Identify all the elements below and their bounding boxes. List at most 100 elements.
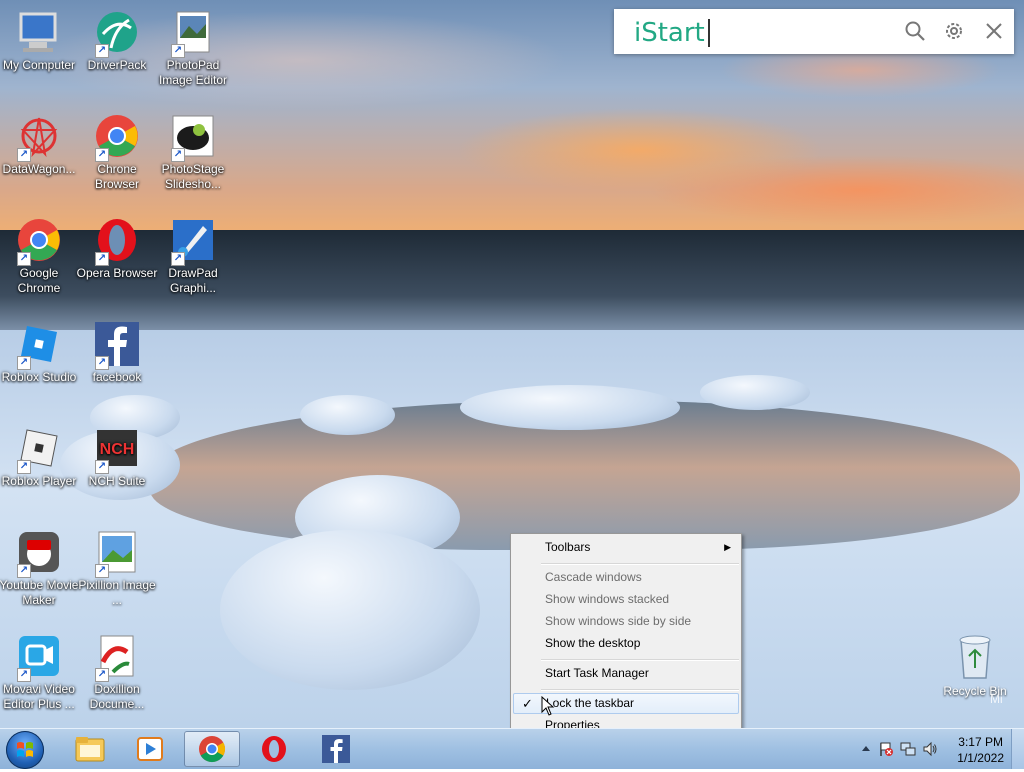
system-tray: 3:17 PM 1/1/2022 xyxy=(834,729,1024,769)
submenu-arrow-icon: ▶ xyxy=(724,542,731,552)
media-player-icon xyxy=(137,737,163,761)
taskbar-media-player-button[interactable] xyxy=(122,731,178,767)
shortcut-arrow-icon: ↗ xyxy=(17,356,31,370)
watermark-text: Mi xyxy=(990,692,1003,706)
roblox-studio-icon: ↗ xyxy=(15,320,63,370)
show-hidden-icons-icon[interactable] xyxy=(858,741,874,757)
desktop-shortcut[interactable]: ↗ Roblox Player xyxy=(0,424,80,489)
clock-time: 3:17 PM xyxy=(958,735,1003,749)
taskbar-clock[interactable]: 3:17 PM 1/1/2022 xyxy=(957,734,1004,766)
photostage-icon: ↗ xyxy=(169,112,217,162)
desktop-shortcut-label: Doxillion Docume... xyxy=(89,682,145,711)
datawagon-icon: ↗ xyxy=(15,112,63,162)
desktop-shortcut[interactable]: ↗ Chrone Browser xyxy=(76,112,158,192)
start-button[interactable] xyxy=(6,731,44,769)
shortcut-arrow-icon: ↗ xyxy=(17,460,31,474)
desktop-shortcut-label: My Computer xyxy=(2,58,76,72)
istart-logo: iStart xyxy=(634,18,705,48)
shortcut-arrow-icon: ↗ xyxy=(95,564,109,578)
desktop-shortcut-label: DrawPad Graphi... xyxy=(168,266,218,295)
desktop-shortcut[interactable]: ↗ facebook xyxy=(76,320,158,385)
explorer-icon xyxy=(75,737,105,762)
google-chrome-icon: ↗ xyxy=(15,216,63,266)
taskbar-chrome-button[interactable] xyxy=(184,731,240,767)
shortcut-arrow-icon: ↗ xyxy=(171,148,185,162)
desktop-shortcut-label: DriverPack xyxy=(87,58,147,72)
desktop-shortcut[interactable]: ↗ DriverPack xyxy=(76,8,158,73)
menu-item-show-the-desktop[interactable]: Show the desktop xyxy=(513,633,739,654)
windows-logo-icon xyxy=(17,742,33,757)
gear-icon[interactable] xyxy=(943,20,965,42)
desktop-shortcut-label: Youtube Movie Maker xyxy=(0,578,79,607)
istart-search-bar: iStart xyxy=(614,9,1014,54)
shortcut-arrow-icon: ↗ xyxy=(95,356,109,370)
shortcut-arrow-icon: ↗ xyxy=(17,564,31,578)
taskbar-opera-button[interactable] xyxy=(246,731,302,767)
shortcut-arrow-icon: ↗ xyxy=(95,44,109,58)
facebook-icon xyxy=(322,735,350,763)
desktop-shortcut[interactable]: My Computer xyxy=(0,8,80,73)
desktop-shortcut[interactable]: ↗ Pixillion Image ... xyxy=(76,528,158,608)
taskbar: 3:17 PM 1/1/2022 xyxy=(0,728,1024,769)
shortcut-arrow-icon: ↗ xyxy=(17,252,31,266)
desktop-shortcut[interactable]: ↗ Google Chrome xyxy=(0,216,80,296)
recycle-bin-icon xyxy=(959,635,991,679)
desktop-shortcut[interactable]: ↗ Youtube Movie Maker xyxy=(0,528,80,608)
menu-separator xyxy=(541,563,739,565)
menu-separator xyxy=(541,689,739,691)
clock-date: 1/1/2022 xyxy=(957,751,1004,765)
menu-separator xyxy=(541,659,739,661)
desktop-shortcut[interactable]: ↗ Doxillion Docume... xyxy=(76,632,158,712)
menu-item-show-windows-side-by-side[interactable]: Show windows side by side xyxy=(513,611,739,632)
shortcut-arrow-icon: ↗ xyxy=(95,148,109,162)
shortcut-arrow-icon: ↗ xyxy=(95,460,109,474)
close-icon[interactable] xyxy=(983,20,1005,42)
roblox-player-icon: ↗ xyxy=(15,424,63,474)
drawpad-icon: ↗ xyxy=(169,216,217,266)
movavi-icon: ↗ xyxy=(15,632,63,682)
doxillion-icon: ↗ xyxy=(93,632,141,682)
menu-item-show-windows-stacked[interactable]: Show windows stacked xyxy=(513,589,739,610)
desktop-shortcut-label: PhotoPad Image Editor xyxy=(158,58,228,87)
chrome-icon xyxy=(199,736,226,763)
my-computer-icon xyxy=(15,8,63,56)
shortcut-arrow-icon: ↗ xyxy=(171,252,185,266)
mouse-cursor-icon xyxy=(541,696,555,716)
desktop-shortcut[interactable]: ↗ DrawPad Graphi... xyxy=(152,216,234,296)
snow-mound xyxy=(460,385,680,430)
shortcut-arrow-icon: ↗ xyxy=(17,668,31,682)
desktop-shortcut[interactable]: ↗ DataWagon... xyxy=(0,112,80,177)
desktop-shortcut-label: Chrone Browser xyxy=(94,162,139,191)
network-icon[interactable] xyxy=(900,741,916,757)
desktop-shortcut-label: Roblox Studio xyxy=(1,370,77,384)
desktop-shortcut-label: PhotoStage Slidesho... xyxy=(161,162,225,191)
shortcut-arrow-icon: ↗ xyxy=(95,252,109,266)
search-icon[interactable] xyxy=(904,20,926,42)
menu-item-toolbars[interactable]: Toolbars ▶ xyxy=(513,537,739,558)
desktop-shortcut[interactable]: NCH ↗ NCH Suite xyxy=(76,424,158,489)
show-desktop-button[interactable] xyxy=(1011,729,1024,769)
volume-icon[interactable] xyxy=(922,741,938,757)
opera-icon xyxy=(262,736,286,762)
istart-search-input[interactable] xyxy=(708,19,896,47)
desktop-shortcut-label: NCH Suite xyxy=(88,474,146,488)
menu-item-start-task-manager[interactable]: Start Task Manager xyxy=(513,663,739,684)
desktop-shortcut[interactable]: ↗ PhotoStage Slidesho... xyxy=(152,112,234,192)
shortcut-arrow-icon: ↗ xyxy=(171,44,185,58)
desktop-shortcut[interactable]: ↗ Opera Browser xyxy=(76,216,158,281)
desktop-shortcut-label: DataWagon... xyxy=(2,162,76,176)
recycle-bin[interactable]: Recycle Bin xyxy=(940,632,1010,698)
snow-mound xyxy=(700,375,810,410)
snow-mound xyxy=(220,530,480,690)
desktop-shortcut-label: Google Chrome xyxy=(17,266,61,295)
menu-item-label: Show windows side by side xyxy=(545,614,692,628)
desktop-shortcut[interactable]: ↗ Movavi Video Editor Plus ... xyxy=(0,632,80,712)
checkmark-icon: ✓ xyxy=(522,696,533,711)
desktop-shortcut[interactable]: ↗ Roblox Studio xyxy=(0,320,80,385)
taskbar-explorer-button[interactable] xyxy=(62,731,118,767)
menu-item-cascade-windows[interactable]: Cascade windows xyxy=(513,567,739,588)
nch-suite-icon: NCH ↗ xyxy=(93,424,141,474)
desktop-shortcut[interactable]: ↗ PhotoPad Image Editor xyxy=(152,8,234,88)
action-center-flag-icon[interactable] xyxy=(878,741,894,757)
taskbar-facebook-button[interactable] xyxy=(308,731,364,767)
